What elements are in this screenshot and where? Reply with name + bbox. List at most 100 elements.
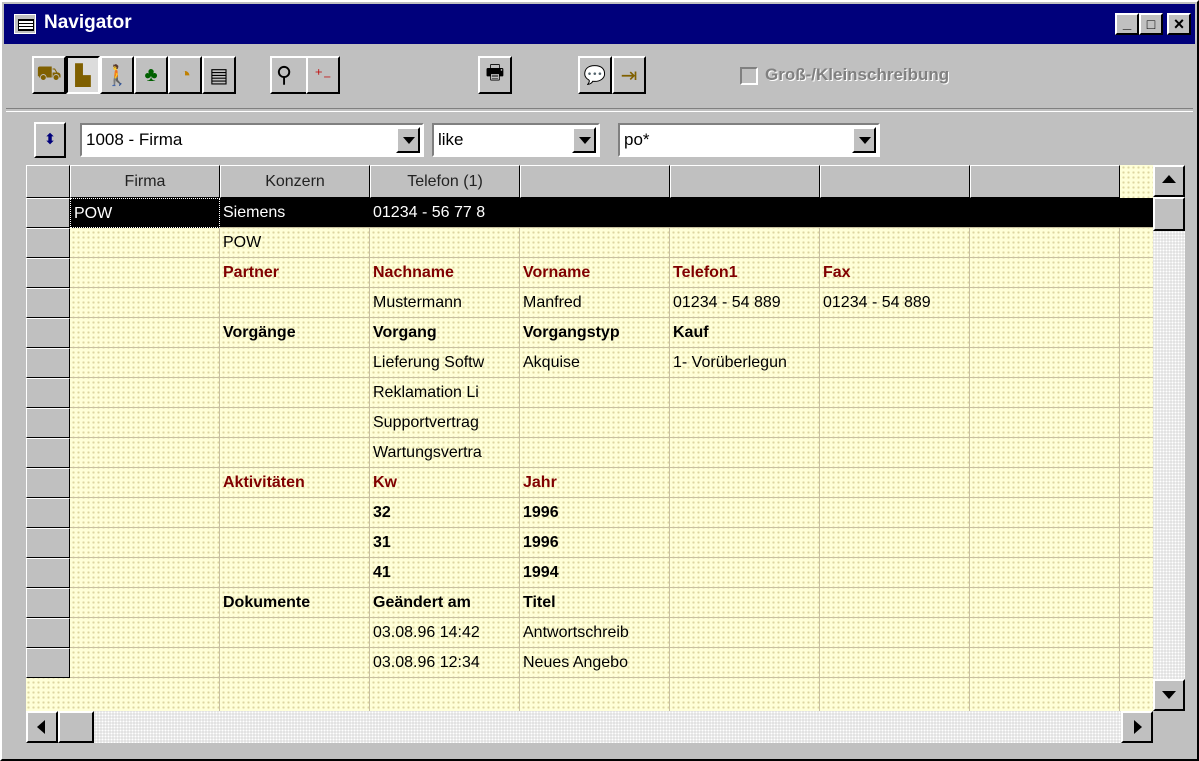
- column-header[interactable]: Telefon (1): [370, 165, 520, 198]
- table-cell[interactable]: [220, 348, 370, 378]
- calculator-button[interactable]: ▤: [202, 56, 236, 94]
- row-header[interactable]: [26, 468, 70, 498]
- row-header[interactable]: [26, 408, 70, 438]
- table-cell[interactable]: [670, 498, 820, 528]
- table-cell[interactable]: [670, 228, 820, 258]
- table-cell[interactable]: POW: [70, 198, 220, 228]
- building-button[interactable]: ▙: [66, 56, 100, 94]
- table-cell[interactable]: Siemens: [220, 198, 370, 228]
- vertical-scrollbar[interactable]: [1153, 165, 1185, 711]
- table-cell[interactable]: [220, 408, 370, 438]
- table-cell[interactable]: [820, 228, 970, 258]
- field-select[interactable]: 1008 - Firma: [80, 123, 424, 157]
- table-cell[interactable]: [220, 558, 370, 588]
- table-cell[interactable]: [70, 438, 220, 468]
- table-cell[interactable]: [970, 228, 1120, 258]
- table-cell[interactable]: [220, 288, 370, 318]
- grid-corner[interactable]: [26, 165, 70, 198]
- horizontal-scroll-thumb[interactable]: [58, 711, 94, 743]
- table-cell[interactable]: 31: [370, 528, 520, 558]
- table-cell[interactable]: Vorgänge: [220, 318, 370, 348]
- table-cell[interactable]: [70, 648, 220, 678]
- table-cell[interactable]: [970, 648, 1120, 678]
- column-header[interactable]: Konzern: [220, 165, 370, 198]
- table-cell[interactable]: Wartungsvertra: [370, 438, 520, 468]
- table-cell[interactable]: [670, 438, 820, 468]
- table-cell[interactable]: 1- Vorüberlegun: [670, 348, 820, 378]
- table-cell[interactable]: [70, 468, 220, 498]
- table-cell[interactable]: [970, 288, 1120, 318]
- table-cell[interactable]: [820, 198, 970, 228]
- row-header[interactable]: [26, 318, 70, 348]
- maximize-button[interactable]: □: [1139, 13, 1163, 35]
- table-cell[interactable]: Vorgangstyp: [520, 318, 670, 348]
- table-cell[interactable]: [670, 528, 820, 558]
- table-cell[interactable]: Supportvertrag: [370, 408, 520, 438]
- table-cell[interactable]: [970, 438, 1120, 468]
- row-header[interactable]: [26, 288, 70, 318]
- table-cell[interactable]: 32: [370, 498, 520, 528]
- row-header[interactable]: [26, 618, 70, 648]
- table-cell[interactable]: [70, 288, 220, 318]
- clock-button[interactable]: ◔: [168, 56, 202, 94]
- table-cell[interactable]: [820, 498, 970, 528]
- operator-dropdown-arrow-icon[interactable]: [572, 127, 596, 153]
- table-cell[interactable]: Fax: [820, 258, 970, 288]
- table-cell[interactable]: [970, 528, 1120, 558]
- table-cell[interactable]: 01234 - 56 77 8: [370, 198, 520, 228]
- table-cell[interactable]: [70, 258, 220, 288]
- column-header[interactable]: [820, 165, 970, 198]
- table-cell[interactable]: [220, 438, 370, 468]
- table-cell[interactable]: 03.08.96 14:42: [370, 618, 520, 648]
- case-sensitive-checkbox[interactable]: [740, 67, 758, 85]
- table-cell[interactable]: [970, 588, 1120, 618]
- table-cell[interactable]: 1996: [520, 528, 670, 558]
- column-header[interactable]: [970, 165, 1120, 198]
- row-header[interactable]: [26, 528, 70, 558]
- table-cell[interactable]: [970, 198, 1120, 228]
- table-cell[interactable]: [70, 498, 220, 528]
- table-cell[interactable]: [70, 558, 220, 588]
- table-cell[interactable]: Neues Angebo: [520, 648, 670, 678]
- table-cell[interactable]: [820, 648, 970, 678]
- table-cell[interactable]: [70, 618, 220, 648]
- table-cell[interactable]: [970, 258, 1120, 288]
- table-cell[interactable]: [820, 438, 970, 468]
- table-cell[interactable]: Geändert am: [370, 588, 520, 618]
- table-cell[interactable]: Partner: [220, 258, 370, 288]
- truck-button[interactable]: ⛟: [32, 56, 66, 94]
- table-cell[interactable]: 03.08.96 12:34: [370, 648, 520, 678]
- table-cell[interactable]: [820, 468, 970, 498]
- table-cell[interactable]: [970, 318, 1120, 348]
- table-cell[interactable]: Kw: [370, 468, 520, 498]
- row-header[interactable]: [26, 378, 70, 408]
- table-cell[interactable]: [820, 378, 970, 408]
- title-bar[interactable]: Navigator _ □ ×: [4, 4, 1195, 44]
- row-header[interactable]: [26, 558, 70, 588]
- table-cell[interactable]: [520, 378, 670, 408]
- table-cell[interactable]: Telefon1: [670, 258, 820, 288]
- table-cell[interactable]: [70, 348, 220, 378]
- table-cell[interactable]: [670, 558, 820, 588]
- column-header[interactable]: [520, 165, 670, 198]
- table-cell[interactable]: Titel: [520, 588, 670, 618]
- table-cell[interactable]: [670, 408, 820, 438]
- operator-select[interactable]: like: [432, 123, 600, 157]
- row-header[interactable]: [26, 348, 70, 378]
- table-cell[interactable]: [820, 408, 970, 438]
- table-cell[interactable]: [70, 378, 220, 408]
- table-cell[interactable]: [820, 558, 970, 588]
- close-button[interactable]: ×: [1167, 13, 1191, 35]
- column-header[interactable]: Firma: [70, 165, 220, 198]
- table-cell[interactable]: Aktivitäten: [220, 468, 370, 498]
- row-header[interactable]: [26, 258, 70, 288]
- vertical-scroll-thumb[interactable]: [1153, 197, 1185, 231]
- table-cell[interactable]: [520, 438, 670, 468]
- help-button[interactable]: 💬: [578, 56, 612, 94]
- table-cell[interactable]: 1996: [520, 498, 670, 528]
- table-cell[interactable]: [820, 348, 970, 378]
- table-cell[interactable]: [520, 198, 670, 228]
- table-cell[interactable]: [220, 648, 370, 678]
- row-header[interactable]: [26, 498, 70, 528]
- table-cell[interactable]: [70, 318, 220, 348]
